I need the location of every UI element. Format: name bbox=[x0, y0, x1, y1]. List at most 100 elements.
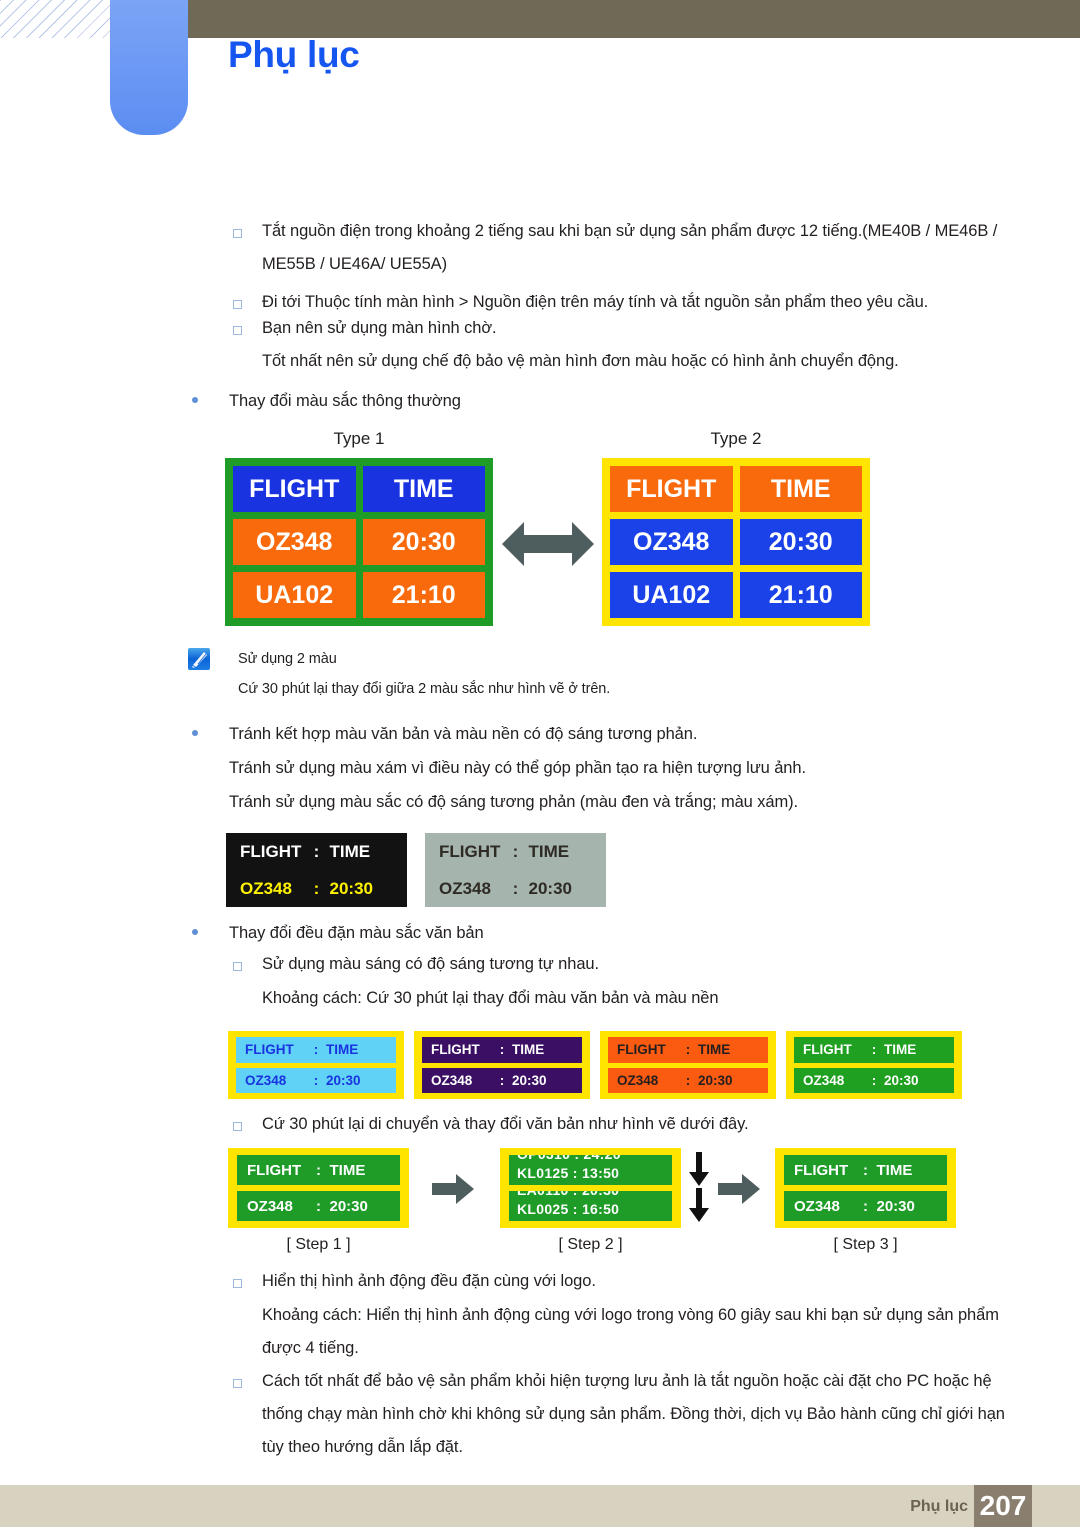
cell-flight-value: OZ348 bbox=[240, 878, 292, 898]
color-panel-3-row-2: OZ348:20:30 bbox=[608, 1067, 768, 1093]
cell-separator: : bbox=[313, 1072, 319, 1088]
right-arrow-icon-2 bbox=[718, 1174, 760, 1204]
bullet-dot-1 bbox=[192, 397, 198, 403]
cell-time-label: TIME bbox=[698, 1042, 731, 1058]
paragraph-best-practice: Cách tốt nhất để bảo vệ sản phẩm khỏi hi… bbox=[262, 1372, 1005, 1456]
cell-flight-value: OZ348 bbox=[794, 1197, 840, 1215]
board-row-header: FLIGHT TIME bbox=[233, 466, 485, 512]
color-panel-1-row-1: FLIGHT: TIME bbox=[236, 1037, 396, 1063]
paragraph-screensaver: Bạn nên sử dụng màn hình chờ. bbox=[262, 319, 497, 337]
cell-flight-label: FLIGHT bbox=[803, 1042, 852, 1058]
step1-row-2: OZ348 : 20:30 bbox=[237, 1191, 400, 1221]
cell-flight-label: FLIGHT bbox=[617, 1042, 666, 1058]
board-row-1: OZ348 20:30 bbox=[233, 519, 485, 565]
step2-row-1: OP0310 : 24:20 KL0125 : 13:50 bbox=[509, 1155, 672, 1185]
step2-row1-top-text: OP0310 : 24:20 bbox=[517, 1155, 621, 1162]
cell-time-label: TIME bbox=[884, 1042, 917, 1058]
cell-flight-value: OZ348 bbox=[245, 1072, 287, 1088]
footer-page-number: 207 bbox=[974, 1485, 1032, 1527]
right-arrow-icon-1 bbox=[432, 1174, 474, 1204]
color-panel-3: FLIGHT: TIME OZ348:20:30 bbox=[600, 1031, 776, 1099]
cell-time-label: TIME bbox=[329, 1161, 366, 1179]
cell-separator: : bbox=[871, 1072, 877, 1088]
cell-flight-value: OZ348 bbox=[439, 878, 491, 898]
color-panel-4: FLIGHT: TIME OZ348:20:30 bbox=[786, 1031, 962, 1099]
cell-flight-value: OZ348 bbox=[247, 1197, 293, 1215]
cell-time-label: TIME bbox=[528, 841, 570, 861]
board2-cell-time-2: 21:10 bbox=[739, 572, 862, 618]
cell-time-label: TIME bbox=[329, 841, 371, 861]
bullet-square-2 bbox=[233, 300, 242, 309]
board-cell-flight-header: FLIGHT bbox=[233, 466, 356, 512]
paragraph-regular-text-color: Thay đổi đều đặn màu sắc văn bản bbox=[229, 924, 484, 942]
cell-time-value: 20:30 bbox=[876, 1197, 915, 1215]
paragraph-screensaver-detail: Tốt nhất nên sử dụng chế độ bảo vệ màn h… bbox=[262, 352, 899, 370]
paragraph-avoid-bright-contrast: Tránh sử dụng màu sắc có độ sáng tương p… bbox=[229, 793, 798, 811]
flight-board-type-2: FLIGHT TIME OZ348 20:30 UA102 21:10 bbox=[602, 458, 870, 626]
bullet-square-6 bbox=[233, 1279, 242, 1288]
cell-flight-label: FLIGHT bbox=[794, 1161, 849, 1179]
cell-flight-label: FLIGHT bbox=[431, 1042, 480, 1058]
cell-time-value: 20:30 bbox=[329, 878, 373, 898]
color-panel-2-row-1: FLIGHT: TIME bbox=[422, 1037, 582, 1063]
step2-row2-bottom-text: KL0025 : 16:50 bbox=[517, 1201, 620, 1217]
board-cell-time-1: 20:30 bbox=[362, 519, 485, 565]
step-2-label: [ Step 2 ] bbox=[558, 1236, 623, 1253]
cell-flight-label: FLIGHT bbox=[247, 1161, 302, 1179]
header-tab-shape bbox=[110, 0, 188, 135]
color-panel-3-row-1: FLIGHT: TIME bbox=[608, 1037, 768, 1063]
cell-separator: : bbox=[512, 841, 519, 861]
paragraph-similar-brightness: Sử dụng màu sáng có độ sáng tương tự nha… bbox=[262, 955, 599, 973]
page-title: Phụ lục bbox=[228, 34, 360, 75]
cell-separator: : bbox=[313, 878, 320, 898]
paragraph-move-text-30min: Cứ 30 phút lại di chuyển và thay đổi văn… bbox=[262, 1115, 749, 1133]
board2-cell-flight-header: FLIGHT bbox=[610, 466, 733, 512]
cell-flight-value: OZ348 bbox=[803, 1072, 845, 1088]
cell-separator: : bbox=[863, 1161, 868, 1179]
cell-time-value: 20:30 bbox=[884, 1072, 919, 1088]
cell-flight-value: OZ348 bbox=[431, 1072, 473, 1088]
board2-cell-time-1: 20:30 bbox=[739, 519, 862, 565]
bullet-square-1 bbox=[233, 229, 242, 238]
contrast-panel-black: FLIGHT : TIME OZ348 : 20:30 bbox=[226, 833, 407, 907]
board-cell-time-2: 21:10 bbox=[362, 572, 485, 618]
contrast-panel-gray-row-2: OZ348 : 20:30 bbox=[425, 870, 606, 907]
board-cell-flight-1: OZ348 bbox=[233, 519, 356, 565]
down-arrow-icon-1 bbox=[687, 1152, 711, 1186]
paragraph-interval-30min: Khoảng cách: Cứ 30 phút lại thay đổi màu… bbox=[262, 989, 719, 1007]
bullet-dot-3 bbox=[192, 929, 198, 935]
cell-separator: : bbox=[685, 1072, 691, 1088]
step-panel-2: OP0310 : 24:20 KL0125 : 13:50 EA0110 : 2… bbox=[500, 1148, 681, 1228]
type-1-label: Type 1 bbox=[333, 429, 385, 448]
step2-row2-top-text: EA0110 : 20:30 bbox=[517, 1191, 619, 1198]
cell-time-label: TIME bbox=[876, 1161, 913, 1179]
step-panel-1: FLIGHT : TIME OZ348 : 20:30 bbox=[228, 1148, 409, 1228]
paragraph-normal-color-change: Thay đổi màu sắc thông thường bbox=[229, 392, 461, 410]
paragraph-avoid-contrast: Tránh kết hợp màu văn bản và màu nền có … bbox=[229, 725, 698, 743]
paragraph-power-off: Tắt nguồn điện trong khoảng 2 tiếng sau … bbox=[262, 222, 998, 273]
step2-row-2: EA0110 : 20:30 KL0025 : 16:50 bbox=[509, 1191, 672, 1221]
color-panel-2: FLIGHT: TIME OZ348:20:30 bbox=[414, 1031, 590, 1099]
step1-row-1: FLIGHT : TIME bbox=[237, 1155, 400, 1185]
board2-cell-time-header: TIME bbox=[739, 466, 862, 512]
bullet-square-4 bbox=[233, 962, 242, 971]
type-2-label: Type 2 bbox=[710, 429, 762, 448]
bullet-square-3 bbox=[233, 326, 242, 335]
cell-flight-label: FLIGHT bbox=[240, 841, 302, 861]
board-cell-flight-2: UA102 bbox=[233, 572, 356, 618]
paragraph-avoid-gray: Tránh sử dụng màu xám vì điều này có thể… bbox=[229, 759, 806, 777]
cell-separator: : bbox=[685, 1042, 691, 1058]
cell-flight-value: OZ348 bbox=[617, 1072, 659, 1088]
cell-time-value: 20:30 bbox=[698, 1072, 733, 1088]
step-1-label: [ Step 1 ] bbox=[286, 1236, 351, 1253]
cell-separator: : bbox=[871, 1042, 877, 1058]
color-panel-2-row-2: OZ348:20:30 bbox=[422, 1067, 582, 1093]
bullet-dot-2 bbox=[192, 730, 198, 736]
cell-separator: : bbox=[863, 1197, 868, 1215]
contrast-panel-black-row-1: FLIGHT : TIME bbox=[226, 833, 407, 870]
cell-separator: : bbox=[499, 1042, 505, 1058]
color-panel-1: FLIGHT: TIME OZ348:20:30 bbox=[228, 1031, 404, 1099]
step3-row-1: FLIGHT : TIME bbox=[784, 1155, 947, 1185]
color-panel-4-row-2: OZ348:20:30 bbox=[794, 1067, 954, 1093]
contrast-panel-black-row-2: OZ348 : 20:30 bbox=[226, 870, 407, 907]
